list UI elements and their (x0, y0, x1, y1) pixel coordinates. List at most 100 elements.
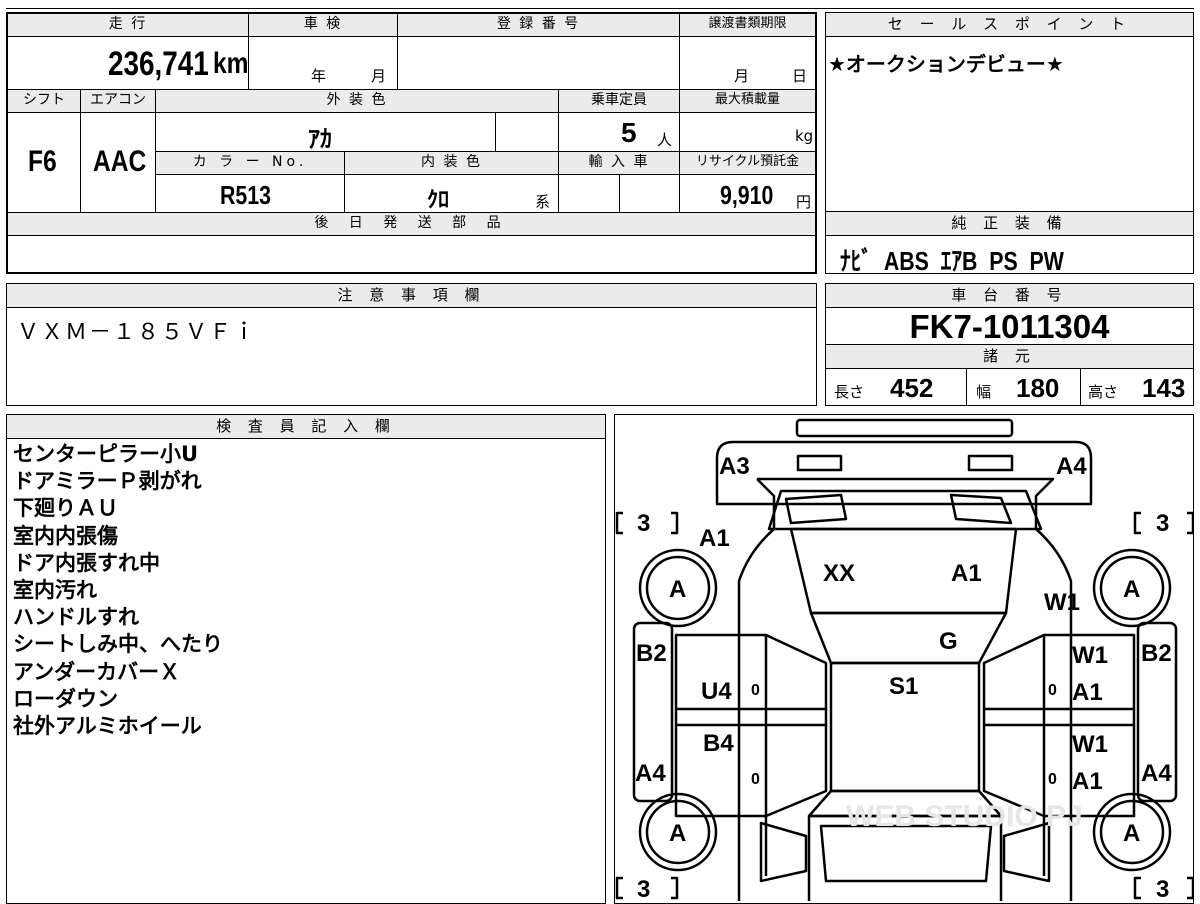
watermark: WEB STUDIO PJ (846, 800, 1083, 833)
inspector-line: ハンドルすれ (13, 605, 139, 630)
shift-value: F6 (28, 145, 57, 178)
inspector-line: センターピラー小U (13, 442, 199, 466)
vehicle-info-panel: 走 行 車 検 登 録 番 号 譲渡書類期限 236,741 km 年 月 月 … (6, 12, 817, 274)
inspection-cell: 年 月 (248, 36, 398, 90)
sales-point-label: セ ー ル ス ポ イ ン ト (826, 13, 1193, 37)
mark-a1-door-fr: A1 (1072, 679, 1103, 706)
equipment-panel: 純 正 装 備 ﾅﾋﾞ ABS ｴｱB PS PW (825, 211, 1194, 276)
import-label: 輸 入 車 (558, 151, 680, 175)
equipment-label: 純 正 装 備 (826, 212, 1193, 236)
inspector-line: シートしみ中、へたり (13, 632, 223, 657)
mark-w1-front: W1 (1044, 589, 1080, 616)
mileage-label: 走 行 (7, 13, 249, 37)
car-diagram: 3 3 3 3 A A A A A3 A4 A1 XX A1 W1 G B2 B… (615, 418, 1193, 903)
mark-u4: U4 (701, 678, 732, 705)
mark-a1-door-rr: A1 (1072, 768, 1103, 795)
aircon-cell: AAC (80, 112, 156, 213)
inspector-line: 下廻りＡＵ (13, 496, 118, 521)
day-unit: 日 (792, 67, 808, 85)
mileage-unit: km (213, 47, 249, 80)
recycle-value: 9,910 (720, 180, 774, 210)
interior-suffix: 系 (535, 193, 551, 211)
height-label: 高さ (1088, 383, 1119, 401)
notes-text: ＶＸＭ－１８５ＶＦｉ (17, 320, 258, 345)
mark-b2-right: B2 (1141, 640, 1172, 667)
inspector-line: ドア内張すれ中 (13, 550, 160, 575)
mark-w1-door-fr: W1 (1072, 642, 1108, 669)
zero-mark: 0 (751, 682, 760, 699)
mark-g: G (939, 628, 958, 655)
color-no-label: カ ラ ー No. (155, 151, 345, 175)
year-unit: 年 (311, 67, 327, 85)
import-cell-2 (619, 174, 680, 213)
mark-a1-hood: A1 (951, 560, 982, 587)
later-parts-cell (7, 235, 816, 273)
width-value: 180 (1016, 373, 1060, 403)
inspector-line: 室内汚れ (13, 578, 97, 603)
capacity-cell: 5 人 (558, 112, 680, 152)
mileage-cell: 236,741 km (7, 36, 249, 90)
capacity-value: 5 (621, 117, 637, 148)
inspector-label: 検 査 員 記 入 欄 (7, 415, 605, 439)
chassis-number: FK7-1011304 (909, 308, 1110, 345)
sales-point-text: ★オークションデビュー★ (828, 52, 1064, 76)
specs-label: 諸 元 (826, 344, 1193, 369)
exterior-color-label: 外 装 色 (155, 89, 559, 113)
max-load-unit: kg (795, 127, 814, 145)
aircon-label: エアコン (80, 89, 156, 113)
length-value: 452 (890, 373, 934, 403)
inspector-line: 室内内張傷 (13, 523, 118, 548)
width-spec: 幅 180 (966, 369, 1081, 405)
tire-rl: 3 (637, 510, 650, 537)
mark-xx: XX (823, 560, 855, 587)
tire-fl: 3 (637, 876, 650, 903)
tire-rr: 3 (1156, 510, 1169, 537)
month-unit: 月 (371, 67, 387, 85)
interior-color-value: ｸﾛ (427, 187, 450, 212)
exterior-color-value: ｱｶ (308, 126, 332, 153)
length-label: 長さ (834, 383, 865, 401)
aircon-value: AAC (93, 145, 147, 178)
notes-panel: 注 意 事 項 欄 ＶＸＭ－１８５ＶＦｉ (6, 283, 817, 406)
color-no-value: R513 (220, 180, 271, 210)
mark-a3: A3 (719, 453, 750, 480)
capacity-unit: 人 (657, 131, 673, 149)
wheel-mark-rl: A (669, 576, 686, 603)
capacity-label: 乗車定員 (558, 89, 680, 113)
inspector-line: 社外アルミホイール (13, 714, 202, 739)
shift-label: シフト (7, 89, 81, 113)
later-parts-label: 後 日 発 送 部 品 (7, 212, 816, 236)
recycle-cell: 9,910 円 (679, 174, 816, 213)
mark-s1: S1 (889, 673, 918, 700)
height-value: 143 (1142, 373, 1186, 403)
top-strip (6, 0, 1194, 9)
mark-b2-left: B2 (636, 640, 667, 667)
height-spec: 高さ 143 (1080, 369, 1193, 405)
zero-mark: 0 (751, 771, 760, 788)
interior-color-cell: ｸﾛ 系 (344, 174, 559, 213)
exterior-color-cell: ｱｶ (155, 112, 496, 153)
inspector-line: ローダウン (13, 686, 118, 711)
transfer-deadline-cell: 月 日 (679, 36, 816, 90)
width-label: 幅 (976, 383, 992, 401)
damage-diagram-panel: 3 3 3 3 A A A A A3 A4 A1 XX A1 W1 G B2 B… (614, 414, 1194, 904)
registration-label: 登 録 番 号 (397, 13, 680, 37)
mark-w1-door-rr: W1 (1072, 731, 1108, 758)
equipment-text: ﾅﾋﾞ ABS ｴｱB PS PW (840, 246, 1064, 276)
chassis-panel: 車 台 番 号 FK7-1011304 諸 元 長さ 452 幅 180 高さ … (825, 283, 1194, 406)
length-spec: 長さ 452 (826, 369, 967, 405)
wheel-mark-fl: A (669, 820, 686, 847)
mileage-value: 236,741 (108, 45, 209, 83)
sales-point-panel: セ ー ル ス ポ イ ン ト ★オークションデビュー★ (825, 12, 1194, 212)
month-unit-2: 月 (734, 67, 750, 85)
mark-a4-right: A4 (1141, 760, 1172, 787)
inspector-line: アンダーカバーＸ (13, 659, 181, 684)
mark-a1-front-left: A1 (699, 525, 730, 552)
mark-a4-left: A4 (635, 760, 666, 787)
mark-a4-top: A4 (1056, 453, 1087, 480)
shift-cell: F6 (7, 112, 81, 213)
wheel-mark-rr: A (1123, 576, 1140, 603)
color-no-cell: R513 (155, 174, 345, 213)
recycle-label: リサイクル預託金 (679, 151, 816, 175)
inspector-line: ドアミラーＰ剥がれ (13, 469, 202, 494)
